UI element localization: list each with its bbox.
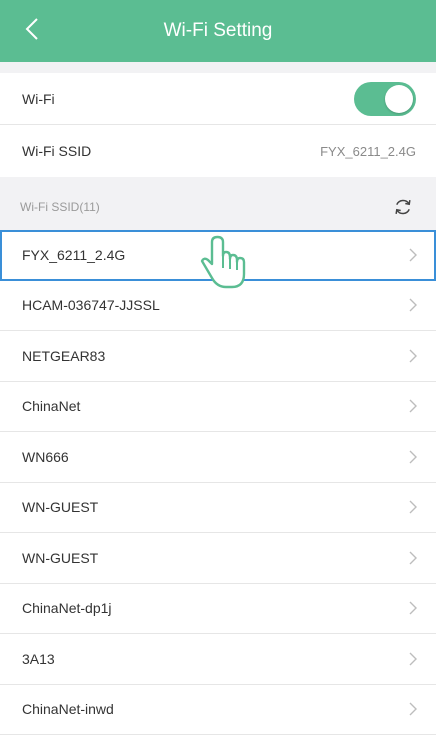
network-name: ChinaNet-dp1j <box>22 600 112 617</box>
chevron-left-icon <box>25 18 38 40</box>
network-row[interactable]: WN-GUEST <box>0 533 436 584</box>
wifi-settings-group: Wi-Fi Wi-Fi SSID FYX_6211_2.4G <box>0 73 436 177</box>
network-name: HCAM-036747-JJSSL <box>22 297 160 314</box>
wifi-toggle[interactable] <box>354 81 416 116</box>
wifi-row: Wi-Fi <box>0 73 436 125</box>
network-name: ChinaNet <box>22 398 81 415</box>
chevron-right-icon <box>409 349 417 363</box>
chevron-right-icon <box>409 298 417 312</box>
network-row[interactable]: FYX_6211_2.4G <box>0 230 436 281</box>
network-row[interactable]: ChinaNet <box>0 382 436 432</box>
refresh-icon[interactable] <box>392 196 414 218</box>
chevron-right-icon <box>409 450 417 464</box>
chevron-right-icon <box>409 248 417 262</box>
network-name: NETGEAR83 <box>22 347 106 364</box>
network-row[interactable]: ChinaNet-dp1j <box>0 584 436 634</box>
network-row[interactable]: WN-GUEST <box>0 483 436 533</box>
chevron-right-icon <box>409 551 417 565</box>
network-name: 3A13 <box>22 650 55 667</box>
chevron-right-icon <box>409 399 417 413</box>
network-name: WN-GUEST <box>22 499 99 516</box>
ssid-label: Wi-Fi SSID <box>22 143 92 159</box>
chevron-right-icon <box>409 500 417 514</box>
ssid-row[interactable]: Wi-Fi SSID FYX_6211_2.4G <box>0 125 436 177</box>
networks-count-label: Wi-Fi SSID(11) <box>20 200 100 214</box>
network-name: WN-GUEST <box>22 549 99 566</box>
page-title: Wi-Fi Setting <box>163 20 273 41</box>
chevron-right-icon <box>409 601 417 615</box>
wifi-label: Wi-Fi <box>22 90 55 107</box>
chevron-right-icon <box>409 652 417 666</box>
network-name: WN666 <box>22 448 69 465</box>
network-list: FYX_6211_2.4G HCAM-036747-JJSSL NETGEAR8… <box>0 230 436 735</box>
network-name: ChinaNet-inwd <box>22 701 114 718</box>
network-name: FYX_6211_2.4G <box>22 246 126 263</box>
ssid-value: FYX_6211_2.4G <box>320 143 416 159</box>
back-button[interactable] <box>18 14 46 44</box>
network-row[interactable]: WN666 <box>0 432 436 483</box>
header-bar: Wi-Fi Setting <box>0 0 436 62</box>
chevron-right-icon <box>409 702 417 716</box>
network-row[interactable]: ChinaNet-inwd <box>0 685 436 735</box>
networks-section-header: Wi-Fi SSID(11) <box>0 186 436 228</box>
network-row[interactable]: 3A13 <box>0 634 436 685</box>
toggle-knob <box>385 84 413 113</box>
network-row[interactable]: HCAM-036747-JJSSL <box>0 281 436 331</box>
network-row[interactable]: NETGEAR83 <box>0 331 436 382</box>
